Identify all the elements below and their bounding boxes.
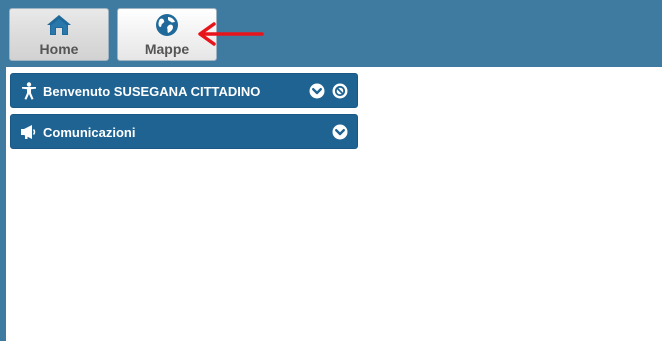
person-icon (22, 82, 36, 100)
megaphone-icon (21, 125, 36, 139)
app-window: Home Mappe Benvenuto SUSEGANA CITTADINO (0, 0, 662, 341)
red-arrow-annotation (198, 22, 264, 46)
top-toolbar: Home Mappe (0, 0, 662, 67)
welcome-panel-header[interactable]: Benvenuto SUSEGANA CITTADINO (10, 73, 358, 108)
home-icon (47, 15, 71, 35)
chevron-down-icon[interactable] (332, 124, 348, 140)
chevron-down-icon[interactable] (309, 83, 325, 99)
communications-panel-header[interactable]: Comunicazioni (10, 114, 358, 149)
maps-button-label: Mappe (144, 41, 190, 57)
globe-icon (156, 14, 178, 36)
communications-panel-title: Comunicazioni (43, 125, 136, 140)
home-button[interactable]: Home (9, 8, 109, 61)
home-button-label: Home (39, 41, 79, 57)
welcome-panel-title: Benvenuto SUSEGANA CITTADINO (43, 84, 261, 99)
main-content: Benvenuto SUSEGANA CITTADINO Comunicazio… (6, 67, 662, 341)
disable-icon[interactable] (332, 83, 348, 99)
